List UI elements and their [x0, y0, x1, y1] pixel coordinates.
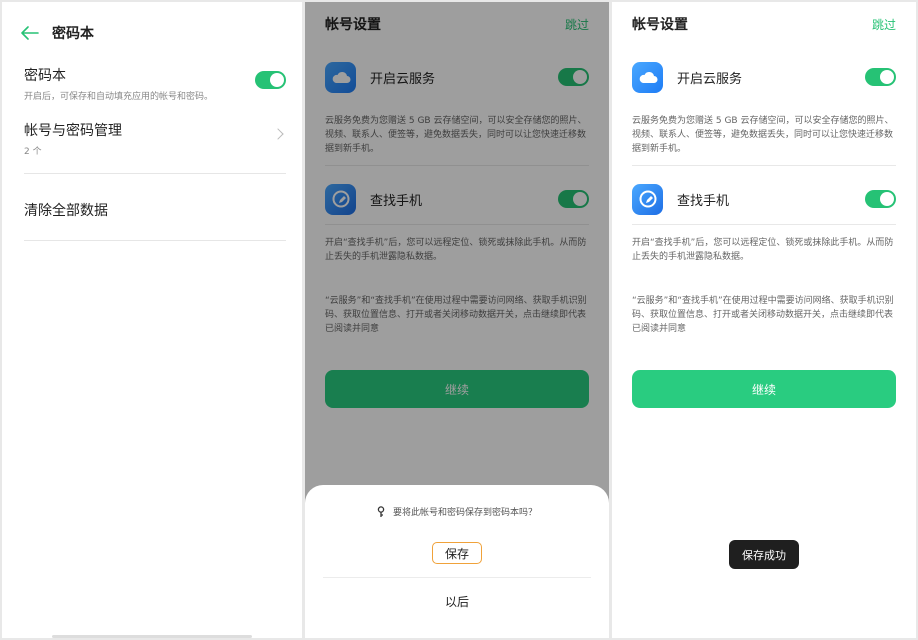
- password-book-row: 密码本 开启后，可保存和自动填充应用的帐号和密码。: [24, 65, 286, 105]
- find-phone-label: 查找手机: [677, 193, 730, 209]
- account-setup-screen-saved: 帐号设置 跳过 开启云服务 云服务免费为您赠送 5 GB 云存储空间，可以安全存…: [612, 2, 916, 638]
- back-arrow-icon[interactable]: [20, 23, 40, 43]
- home-indicator: [52, 635, 252, 638]
- save-success-toast: 保存成功: [729, 540, 799, 569]
- divider: [323, 577, 591, 578]
- save-question-text: 要将此帐号和密码保存到密码本吗？: [392, 508, 537, 518]
- skip-button[interactable]: 跳过: [872, 16, 896, 33]
- permission-notice: “云服务”和“查找手机”在使用过程中需要访问网络、获取手机识别码、获取位置信息、…: [632, 296, 894, 334]
- save-button[interactable]: 保存: [432, 542, 482, 564]
- password-book-toggle[interactable]: [255, 71, 286, 89]
- continue-button[interactable]: 继续: [632, 370, 896, 408]
- account-manage-label: 帐号与密码管理: [24, 123, 122, 139]
- key-icon: [377, 505, 385, 518]
- divider: [24, 240, 286, 241]
- header: 密码本: [2, 20, 302, 46]
- find-phone-icon: [632, 183, 663, 215]
- divider: [24, 173, 286, 174]
- find-phone-toggle[interactable]: [865, 190, 896, 208]
- divider: [632, 224, 896, 225]
- page-title: 帐号设置: [632, 17, 688, 33]
- divider: [632, 165, 896, 166]
- find-phone-description: 开启“查找手机”后，您可以远程定位、锁死或抹除此手机。从而防止丢失的手机泄露隐私…: [632, 238, 894, 262]
- password-book-label: 密码本: [24, 68, 66, 84]
- cloud-icon: [632, 61, 663, 93]
- account-count: 2 个: [24, 147, 42, 157]
- later-button[interactable]: 以后: [305, 593, 609, 610]
- save-password-sheet: 要将此帐号和密码保存到密码本吗？ 保存 以后: [305, 485, 609, 638]
- cloud-service-description: 云服务免费为您赠送 5 GB 云存储空间，可以安全存储您的照片、视频、联系人、便…: [632, 116, 894, 154]
- password-book-subtitle: 开启后，可保存和自动填充应用的帐号和密码。: [24, 92, 214, 102]
- cloud-service-row: 开启云服务: [632, 60, 896, 94]
- save-question: 要将此帐号和密码保存到密码本吗？: [305, 505, 609, 518]
- find-phone-row: 查找手机: [632, 182, 896, 216]
- cloud-service-label: 开启云服务: [677, 71, 743, 87]
- page-title: 密码本: [52, 26, 94, 42]
- clear-all-data-button[interactable]: 清除全部数据: [24, 200, 108, 220]
- account-setup-screen-with-dialog: 帐号设置 跳过 开启云服务 云服务免费为您赠送 5 GB 云存储空间，可以安全存…: [305, 2, 609, 638]
- passbook-settings-screen: 密码本 密码本 开启后，可保存和自动填充应用的帐号和密码。 帐号与密码管理 2 …: [2, 2, 302, 638]
- cloud-service-toggle[interactable]: [865, 68, 896, 86]
- account-password-manage-row[interactable]: 帐号与密码管理 2 个: [24, 120, 286, 160]
